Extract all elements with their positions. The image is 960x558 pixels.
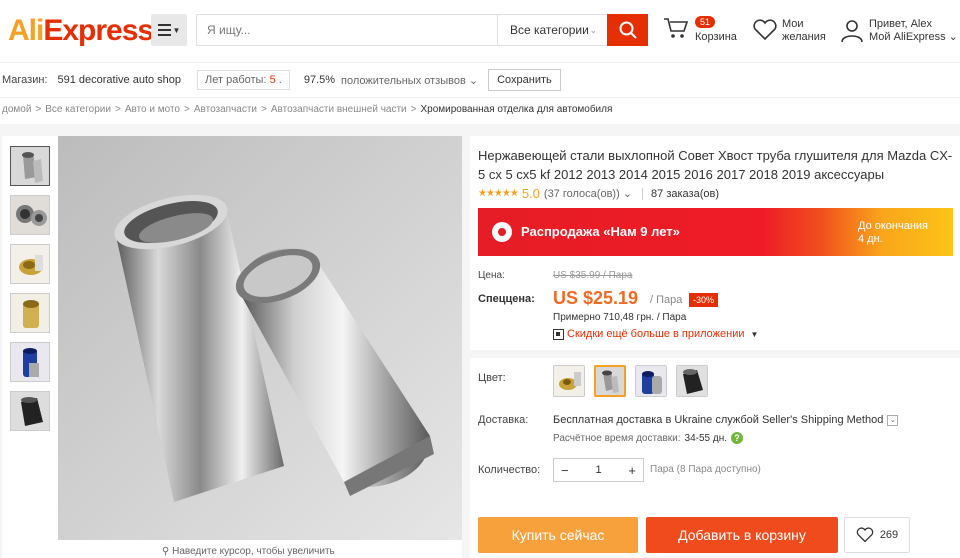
color-option-blue[interactable]: [635, 365, 667, 397]
categories-menu-button[interactable]: ▼: [151, 14, 187, 46]
thumbnail-4[interactable]: [10, 293, 50, 333]
store-name-link[interactable]: 591 decorative auto shop: [58, 74, 182, 86]
main-product-image[interactable]: [58, 136, 462, 540]
breadcrumb-home[interactable]: домой: [2, 104, 31, 115]
price-label: Цена:: [478, 270, 505, 281]
likes-count: 269: [879, 529, 899, 541]
qr-code-icon: [553, 328, 564, 340]
cart-label: Корзина: [695, 31, 737, 43]
search-button[interactable]: [607, 14, 648, 46]
search-input[interactable]: [197, 15, 497, 45]
discount-badge: -30%: [689, 293, 719, 307]
rating-row: ★★★★★ 5.0 (37 голоса(ов)) ⌄ 87 заказа(ов…: [478, 186, 719, 201]
breadcrumb-auto-parts[interactable]: Автозапчасти: [194, 104, 257, 115]
heart-icon: [753, 19, 777, 41]
wishlist-link[interactable]: Мои желания: [752, 18, 826, 45]
aliexpress-logo[interactable]: AliExpress™: [8, 14, 161, 48]
special-price-label: Спеццена:: [478, 293, 535, 305]
rating-stars: ★★★★★: [478, 188, 519, 199]
category-select[interactable]: Все категории ⌄: [497, 15, 607, 45]
caret-down-icon: ▼: [172, 25, 181, 35]
divider: [470, 350, 960, 358]
zoom-hint: ⚲ Наведите курсор, чтобы увеличить: [162, 546, 335, 557]
location-pin-icon: [492, 222, 512, 242]
shipping-label: Доставка:: [478, 414, 529, 426]
chevron-down-icon: ⌄: [887, 414, 899, 426]
caret-down-icon: ▼: [750, 329, 759, 339]
thumbnail-2[interactable]: [10, 195, 50, 235]
search-icon: [619, 21, 637, 39]
quantity-available: Пара (8 Пара доступно): [650, 464, 761, 475]
breadcrumb: домой > Все категории > Авто и мото > Автозапч…: [2, 104, 613, 115]
color-option-gold[interactable]: [553, 365, 585, 397]
help-icon[interactable]: ?: [731, 432, 744, 444]
rating-score: 5.0: [521, 186, 540, 201]
magnifier-icon: ⚲: [162, 546, 170, 557]
product-gallery: ⚲ Наведите курсор, чтобы увеличить: [2, 136, 462, 558]
store-bar: Магазин: 591 decorative auto shop Лет ра…: [0, 62, 960, 98]
approx-price: Примерно 710,48 грн. / Пара: [553, 312, 687, 323]
thumbnail-list: [10, 146, 50, 440]
decrease-quantity-button[interactable]: −: [561, 463, 569, 478]
app-discount-link[interactable]: Скидки ещё больше в приложении ▼: [553, 328, 758, 340]
cart-icon: [664, 18, 689, 38]
thumbnail-1[interactable]: [10, 146, 50, 186]
thumbnail-6[interactable]: [10, 391, 50, 431]
votes-link[interactable]: (37 голоса(ов)) ⌄: [544, 187, 632, 200]
breadcrumb-all-categories[interactable]: Все категории: [45, 104, 111, 115]
wishlist-button[interactable]: 269: [844, 517, 910, 553]
hamburger-icon: [157, 24, 171, 36]
chevron-down-icon: ⌄: [948, 31, 958, 43]
color-option-silver[interactable]: [594, 365, 626, 397]
chevron-down-icon: ⌄: [622, 188, 633, 200]
search-bar: Все категории ⌄: [196, 14, 648, 46]
breadcrumb-exterior-parts[interactable]: Автозапчасти внешней части: [271, 104, 407, 115]
current-price: US $25.19: [553, 288, 639, 308]
price-unit: / Пара: [650, 294, 683, 306]
chevron-down-icon: ⌄: [589, 24, 597, 35]
old-price: US $35.99 / Пара: [553, 270, 633, 281]
delivery-estimate: Расчётное время доставки: 34-55 дн. ?: [553, 432, 744, 444]
product-info: Нержавеющей стали выхлопной Совет Хвост …: [470, 136, 960, 558]
positive-feedback-percent: 97.5%: [303, 74, 336, 86]
sale-countdown: До окончания 4 дн.: [858, 220, 929, 245]
thumbnail-3[interactable]: [10, 244, 50, 284]
color-label: Цвет:: [478, 372, 506, 384]
orders-count: 87 заказа(ов): [651, 187, 719, 200]
color-options: [553, 365, 708, 397]
account-menu[interactable]: Привет, Alex Мой AliExpress ⌄: [840, 18, 958, 47]
breadcrumb-current: Хромированная отделка для автомобиля: [420, 104, 613, 115]
shipping-method[interactable]: Бесплатная доставка в Ukraine службой Se…: [553, 414, 899, 426]
heart-icon: [856, 527, 874, 543]
breadcrumb-auto-moto[interactable]: Авто и мото: [125, 104, 180, 115]
buy-now-button[interactable]: Купить сейчас: [478, 517, 638, 553]
save-store-button[interactable]: Сохранить: [488, 69, 561, 91]
store-years-badge: Лет работы: 5 .: [197, 70, 290, 90]
quantity-value[interactable]: 1: [595, 464, 601, 476]
sale-banner-title: Распродажа «Нам 9 лет»: [521, 224, 680, 239]
cart-count-badge: 51: [695, 16, 716, 28]
thumbnail-5[interactable]: [10, 342, 50, 382]
increase-quantity-button[interactable]: +: [628, 463, 636, 478]
positive-feedback-dropdown[interactable]: положительных отзывов ⌄: [341, 74, 478, 87]
quantity-stepper: − 1 +: [553, 458, 644, 482]
product-title: Нержавеющей стали выхлопной Совет Хвост …: [478, 148, 953, 182]
quantity-label: Количество:: [478, 464, 541, 476]
header: AliExpress™ ▼ Все категории ⌄ 51 Корзина…: [0, 0, 960, 62]
user-icon: [841, 20, 863, 43]
cart-link[interactable]: 51 Корзина: [663, 16, 743, 48]
color-option-black[interactable]: [676, 365, 708, 397]
sale-banner[interactable]: Распродажа «Нам 9 лет» До окончания 4 дн…: [478, 208, 953, 256]
add-to-cart-button[interactable]: Добавить в корзину: [646, 517, 838, 553]
